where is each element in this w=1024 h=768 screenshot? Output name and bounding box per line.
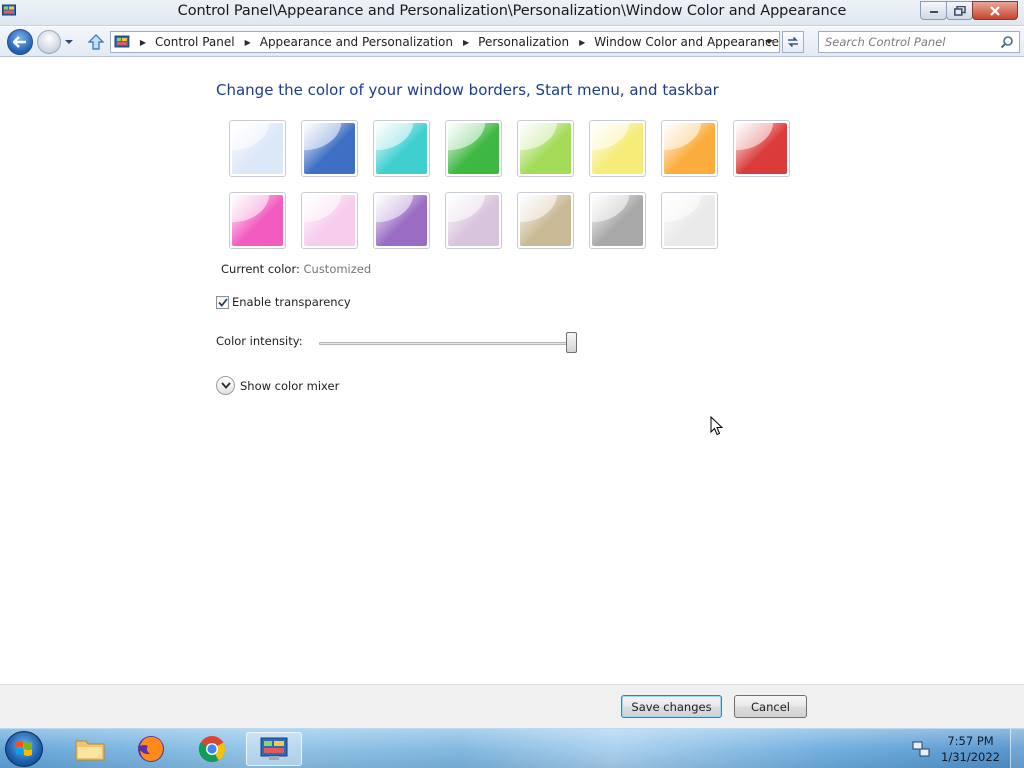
action-bar: Save changes Cancel (0, 684, 1024, 728)
intensity-label: Color intensity: (216, 334, 303, 348)
refresh-button[interactable] (782, 31, 804, 53)
taskbar-firefox[interactable] (123, 732, 179, 766)
chrome-icon (198, 736, 226, 763)
recent-pages-dropdown-icon[interactable] (63, 36, 75, 48)
intensity-slider-track[interactable] (319, 342, 577, 345)
color-swatch-lemon[interactable] (589, 120, 646, 177)
color-swatch-fuchsia[interactable] (229, 192, 286, 249)
control-panel-icon (260, 737, 288, 760)
swatch-fill (520, 123, 571, 174)
current-color-label: Current color: (221, 262, 300, 276)
color-swatch-slate[interactable] (661, 192, 718, 249)
breadcrumb-separator-icon[interactable]: ▶ (245, 38, 251, 47)
minimize-button[interactable] (920, 1, 947, 20)
swatch-fill (448, 123, 499, 174)
restore-icon (953, 5, 966, 16)
taskbar-explorer[interactable] (62, 732, 118, 766)
swatch-fill (304, 195, 355, 246)
content-area: Change the color of your window borders,… (0, 58, 1024, 684)
swatch-fill (520, 195, 571, 246)
chevron-down-icon[interactable] (216, 376, 235, 395)
breadcrumb-control-panel[interactable]: Control Panel (155, 35, 235, 49)
color-swatch-twilight[interactable] (301, 120, 358, 177)
color-swatch-leaf[interactable] (445, 120, 502, 177)
swatch-fill (664, 195, 715, 246)
taskbar-control-panel[interactable] (246, 732, 302, 766)
color-swatch-lime[interactable] (517, 120, 574, 177)
search-box[interactable] (818, 31, 1020, 53)
transparency-option[interactable]: Enable transparency (216, 295, 351, 309)
intensity-slider-thumb[interactable] (566, 332, 577, 353)
swatch-fill (592, 123, 643, 174)
network-icon[interactable] (912, 740, 930, 758)
color-swatch-blush[interactable] (301, 192, 358, 249)
swatch-fill (448, 195, 499, 246)
current-color: Current color: Customized (221, 262, 371, 276)
current-color-value: Customized (303, 262, 372, 276)
folder-icon (75, 740, 105, 761)
windows-logo-icon (16, 741, 32, 756)
swatch-fill (736, 123, 787, 174)
clock-time: 7:57 PM (947, 734, 994, 748)
minimize-icon (929, 10, 938, 13)
color-swatch-taupe[interactable] (517, 192, 574, 249)
save-changes-button[interactable]: Save changes (621, 695, 722, 718)
color-swatch-chocolate[interactable] (589, 192, 646, 249)
checkmark-icon (217, 297, 228, 307)
color-swatch-pumpkin[interactable] (661, 120, 718, 177)
up-arrow-icon[interactable] (86, 32, 106, 52)
close-icon (990, 5, 1000, 16)
taskbar: 7:57 PM 1/31/2022 (0, 728, 1024, 768)
address-bar[interactable]: ▶ Control Panel ▶ Appearance and Persona… (110, 31, 780, 53)
breadcrumb-separator-icon[interactable]: ▶ (140, 38, 146, 47)
search-icon[interactable] (1000, 35, 1014, 49)
page-heading: Change the color of your window borders,… (216, 81, 719, 99)
maximize-button[interactable] (946, 1, 973, 20)
start-button[interactable] (5, 731, 43, 767)
refresh-icon (788, 36, 798, 48)
window-title: Control Panel\Appearance and Personaliza… (177, 3, 847, 19)
color-swatch-sea[interactable] (373, 120, 430, 177)
firefox-icon (138, 736, 164, 762)
cancel-button[interactable]: Cancel (734, 695, 807, 718)
swatch-fill (592, 195, 643, 246)
close-button[interactable] (972, 1, 1018, 20)
back-button[interactable] (7, 29, 33, 55)
breadcrumb-separator-icon[interactable]: ▶ (463, 38, 469, 47)
swatch-fill (232, 123, 283, 174)
breadcrumb-personalization[interactable]: Personalization (478, 35, 569, 49)
swatch-fill (376, 195, 427, 246)
swatch-fill (376, 123, 427, 174)
clock-date: 1/31/2022 (941, 750, 1000, 764)
breadcrumb-appearance-personalization[interactable]: Appearance and Personalization (260, 35, 453, 49)
breadcrumb-separator-icon[interactable]: ▶ (579, 38, 585, 47)
color-swatch-sky[interactable] (229, 120, 286, 177)
clock[interactable]: 7:57 PM 1/31/2022 (941, 733, 1000, 765)
forward-button[interactable] (37, 30, 61, 54)
address-dropdown-icon[interactable] (761, 34, 777, 50)
transparency-label: Enable transparency (232, 295, 351, 309)
color-mixer-label[interactable]: Show color mixer (240, 379, 339, 393)
control-panel-icon (114, 35, 130, 48)
taskbar-chrome[interactable] (184, 732, 240, 766)
show-desktop-button[interactable] (1010, 729, 1024, 768)
mouse-cursor-icon (710, 416, 724, 436)
navigation-bar: ▶ Control Panel ▶ Appearance and Persona… (0, 27, 1024, 57)
arrow-left-icon (13, 36, 26, 48)
breadcrumb-window-color-appearance[interactable]: Window Color and Appearance (594, 35, 779, 49)
color-swatch-ruby[interactable] (733, 120, 790, 177)
color-swatch-lavender[interactable] (445, 192, 502, 249)
swatch-fill (232, 195, 283, 246)
swatch-fill (304, 123, 355, 174)
search-input[interactable] (819, 32, 995, 52)
transparency-checkbox[interactable] (216, 295, 229, 309)
color-swatch-violet[interactable] (373, 192, 430, 249)
title-bar: Control Panel\Appearance and Personaliza… (0, 0, 1024, 26)
swatch-fill (664, 123, 715, 174)
show-color-mixer[interactable]: Show color mixer (216, 376, 339, 395)
